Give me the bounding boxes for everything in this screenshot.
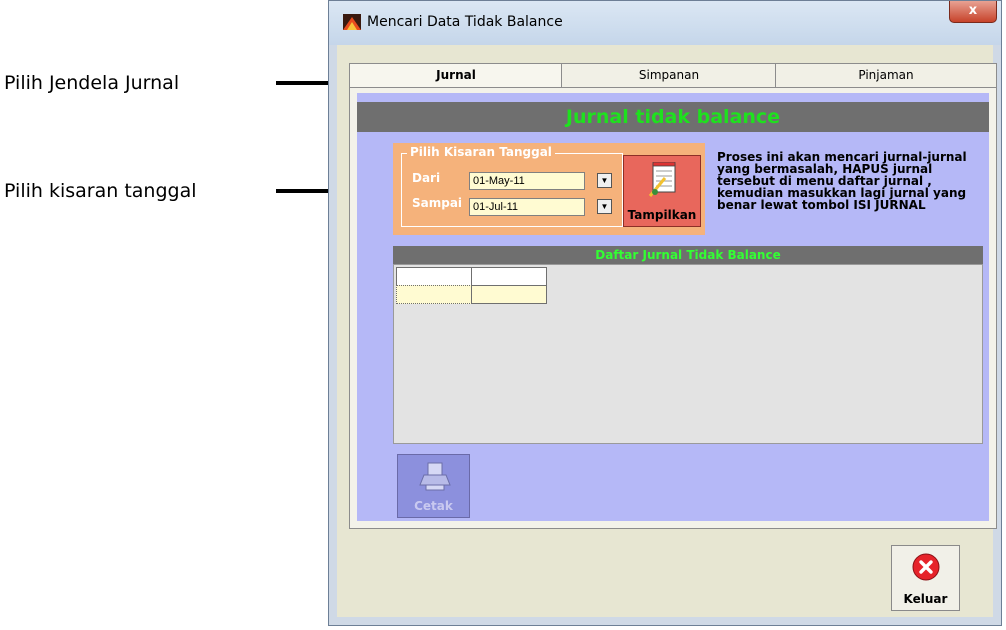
grid-cell[interactable] bbox=[471, 285, 547, 304]
exit-button[interactable]: Keluar bbox=[891, 545, 960, 611]
to-date-input[interactable]: 01-Jul-11 bbox=[469, 198, 585, 216]
jurnal-panel: Jurnal tidak balance Pilih Kisaran Tangg… bbox=[357, 93, 989, 521]
client-area: Jurnal Simpanan Pinjaman Jurnal tidak ba… bbox=[337, 45, 997, 617]
grid-title: Daftar Jurnal Tidak Balance bbox=[393, 246, 983, 264]
panel-header: Jurnal tidak balance bbox=[357, 102, 989, 132]
tab-strip: Jurnal Simpanan Pinjaman bbox=[349, 63, 997, 87]
from-date-dropdown[interactable]: ▼ bbox=[597, 173, 612, 188]
tab-jurnal[interactable]: Jurnal bbox=[349, 63, 563, 87]
journal-grid[interactable] bbox=[393, 264, 983, 444]
app-icon bbox=[343, 14, 361, 30]
to-label: Sampai bbox=[412, 196, 463, 210]
grid-cell-selected[interactable] bbox=[396, 285, 472, 304]
printer-icon bbox=[419, 462, 451, 491]
to-date-dropdown[interactable]: ▼ bbox=[597, 199, 612, 214]
title-bar: Mencari Data Tidak Balance x bbox=[329, 1, 1001, 45]
print-button[interactable]: Cetak bbox=[397, 454, 470, 518]
group-title: Pilih Kisaran Tanggal bbox=[407, 145, 555, 159]
notepad-icon bbox=[648, 162, 676, 197]
show-button[interactable]: Tampilkan bbox=[623, 155, 701, 227]
window-title: Mencari Data Tidak Balance bbox=[367, 14, 563, 30]
exit-button-label: Keluar bbox=[903, 592, 948, 606]
dialog-window: Mencari Data Tidak Balance x Jurnal Simp… bbox=[328, 0, 1002, 626]
tab-pinjaman[interactable]: Pinjaman bbox=[775, 63, 997, 87]
grid-header-cell bbox=[396, 267, 472, 286]
date-range-box: Pilih Kisaran Tanggal Dari 01-May-11 ▼ S… bbox=[393, 143, 705, 235]
annotation-pick-window: Pilih Jendela Jurnal bbox=[4, 72, 180, 94]
from-date-input[interactable]: 01-May-11 bbox=[469, 172, 585, 190]
show-button-label: Tampilkan bbox=[627, 208, 697, 222]
annotation-pick-range: Pilih kisaran tanggal bbox=[4, 180, 197, 202]
print-button-label: Cetak bbox=[414, 499, 453, 513]
from-label: Dari bbox=[412, 171, 441, 185]
tab-simpanan[interactable]: Simpanan bbox=[561, 63, 777, 87]
date-range-group: Pilih Kisaran Tanggal Dari 01-May-11 ▼ S… bbox=[401, 145, 623, 227]
exit-x-icon bbox=[912, 553, 940, 581]
info-text: Proses ini akan mencari jurnal-jurnal ya… bbox=[717, 150, 967, 212]
grid-header-cell bbox=[471, 267, 547, 286]
tab-panel-jurnal: Jurnal tidak balance Pilih Kisaran Tangg… bbox=[349, 87, 997, 529]
close-button[interactable]: x bbox=[949, 1, 997, 23]
